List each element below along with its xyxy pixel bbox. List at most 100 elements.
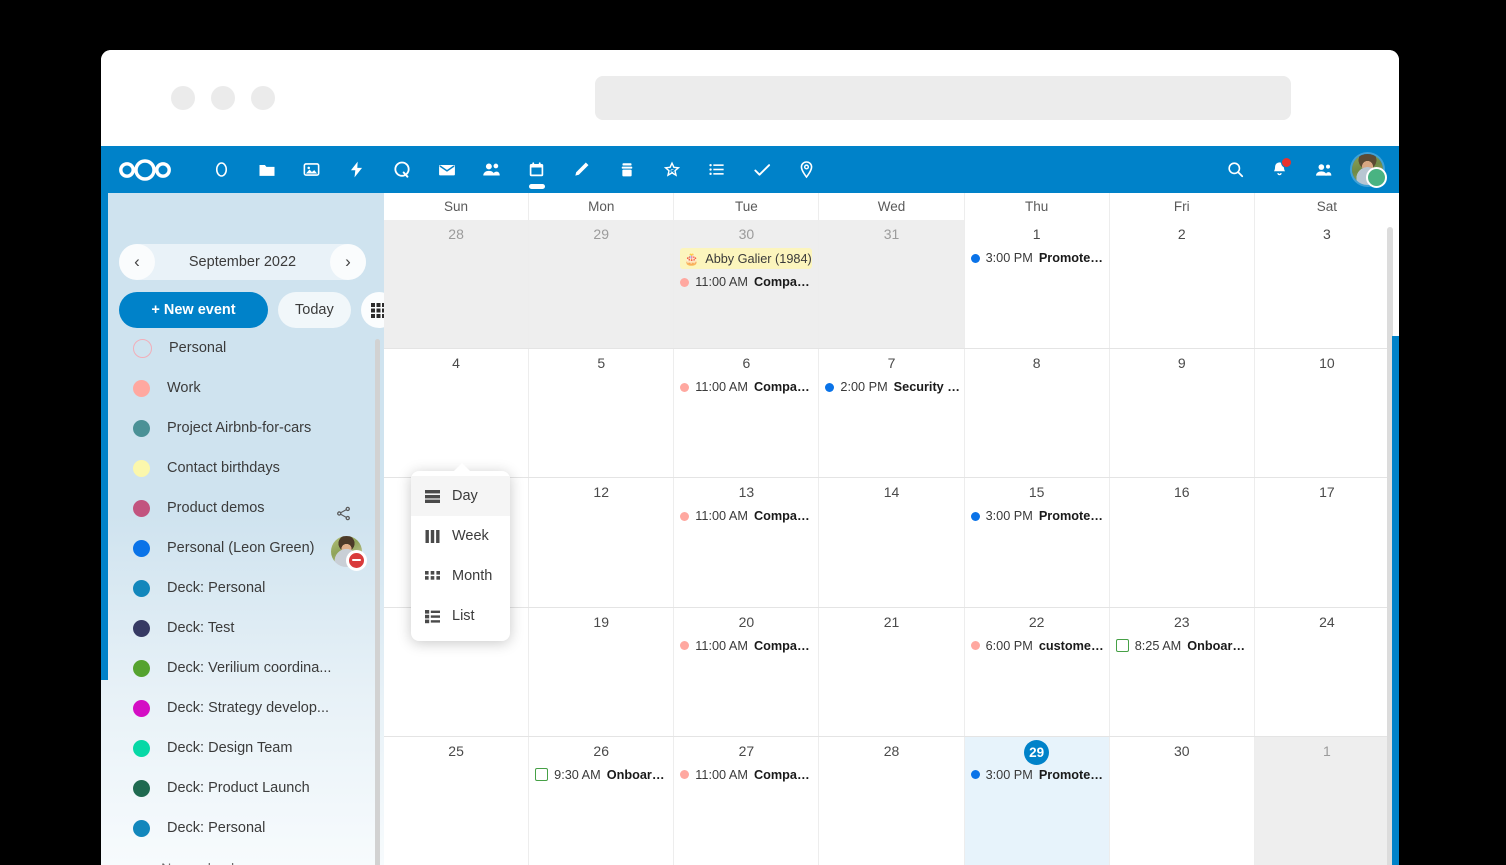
calendar-event[interactable]: 11:00 AMCompany ... [680,765,815,785]
calendar-list-item[interactable]: Deck: Strategy develop... [101,688,384,728]
day-number[interactable]: 15 [965,482,1109,506]
day-number[interactable]: 9 [1110,353,1254,377]
day-number[interactable]: 28 [384,224,528,248]
day-cell[interactable]: 2011:00 AMCompany ... [673,608,818,736]
day-cell[interactable]: 31 [818,220,963,348]
search-icon[interactable] [1213,146,1257,193]
view-menu-item-day[interactable]: Day [411,476,510,516]
nav-mail-icon[interactable] [424,146,469,193]
day-number[interactable]: 12 [529,482,673,506]
calendar-list-item[interactable]: Deck: Product Launch [101,768,384,808]
share-icon[interactable] [335,505,352,527]
nav-photos-icon[interactable] [289,146,334,193]
day-number[interactable]: 24 [1255,612,1399,636]
contacts-menu-icon[interactable] [1301,146,1345,193]
maximize-button[interactable] [211,86,235,110]
day-number[interactable]: 29 [965,741,1109,765]
calendar-list-item[interactable]: Deck: Verilium coordina... [101,648,384,688]
address-bar[interactable] [595,76,1291,120]
day-cell[interactable]: 269:30 AMOnboard n... [528,737,673,865]
day-cell[interactable]: 611:00 AMCompany ... [673,349,818,477]
day-number[interactable]: 5 [529,353,673,377]
day-cell[interactable]: 28 [384,220,528,348]
nextcloud-logo[interactable] [118,159,172,181]
day-cell[interactable]: 12 [528,478,673,606]
nav-tables-icon[interactable] [694,146,739,193]
nav-cospend-icon[interactable]: c [649,146,694,193]
day-number[interactable]: 30 [674,224,818,248]
day-number[interactable]: 16 [1110,482,1254,506]
day-number[interactable]: 13 [674,482,818,506]
day-cell[interactable]: 14 [818,478,963,606]
calendar-list-item[interactable]: Work [101,368,384,408]
day-cell[interactable]: 16 [1109,478,1254,606]
task-checkbox-icon[interactable] [535,768,548,781]
nav-files-icon[interactable] [244,146,289,193]
day-number[interactable]: 28 [819,741,963,765]
nav-contacts-icon[interactable] [469,146,514,193]
nav-maps-icon[interactable] [784,146,829,193]
day-cell[interactable]: 10 [1254,349,1399,477]
day-number[interactable]: 17 [1255,482,1399,506]
calendar-list-item[interactable]: Deck: Design Team [101,728,384,768]
day-number[interactable]: 2 [1110,224,1254,248]
day-cell[interactable]: 1311:00 AMCompany ... [673,478,818,606]
calendar-event[interactable]: 3:00 PMPromote th... [971,248,1106,268]
day-number[interactable]: 20 [674,612,818,636]
calendar-event[interactable]: 11:00 AMCompany ... [680,377,815,397]
task-checkbox-icon[interactable] [1116,639,1129,652]
day-number[interactable]: 8 [965,353,1109,377]
day-cell[interactable]: 226:00 PMcustomer d... [964,608,1109,736]
day-number[interactable]: 25 [384,741,528,765]
day-number[interactable]: 29 [529,224,673,248]
day-number[interactable]: 22 [965,612,1109,636]
day-cell[interactable]: 29 [528,220,673,348]
day-cell[interactable]: 9 [1109,349,1254,477]
day-number[interactable]: 7 [819,353,963,377]
new-event-button[interactable]: + New event [119,292,268,328]
calendar-list-item[interactable]: Contact birthdays [101,448,384,488]
day-cell[interactable]: 4 [384,349,528,477]
nav-dashboard-icon[interactable] [199,146,244,193]
calendar-event[interactable]: 11:00 AMCompany ... [680,636,815,656]
minimize-button[interactable] [171,86,195,110]
day-number[interactable]: 30 [1110,741,1254,765]
sidebar-scrollbar[interactable] [375,339,380,865]
day-cell[interactable]: 72:00 PMSecurity m... [818,349,963,477]
day-number[interactable]: 23 [1110,612,1254,636]
calendar-event[interactable]: 3:00 PMPromote th... [971,506,1106,526]
day-cell[interactable]: 5 [528,349,673,477]
calendar-event[interactable]: 2:00 PMSecurity m... [825,377,960,397]
day-cell[interactable]: 3 [1254,220,1399,348]
day-number[interactable]: 1 [1255,741,1399,765]
day-cell[interactable]: 293:00 PMPromote th... [964,737,1109,865]
view-menu-item-list[interactable]: List [411,596,510,636]
day-cell[interactable]: 24 [1254,608,1399,736]
day-cell[interactable]: 2 [1109,220,1254,348]
day-number[interactable]: 19 [529,612,673,636]
previous-month-button[interactable]: ‹ [119,244,155,280]
nav-tasks-icon[interactable] [739,146,784,193]
view-switcher-button[interactable] [361,292,384,328]
calendar-event[interactable]: 3:00 PMPromote th... [971,765,1106,785]
calendar-list-item[interactable]: Deck: Personal [101,808,384,848]
day-cell[interactable]: 30🎂Abby Galier (1984)11:00 AMCompany ... [673,220,818,348]
day-number[interactable]: 4 [384,353,528,377]
shared-user-avatar[interactable] [331,536,362,567]
day-number[interactable]: 21 [819,612,963,636]
day-cell[interactable]: 13:00 PMPromote th... [964,220,1109,348]
day-cell[interactable]: 30 [1109,737,1254,865]
new-calendar-button[interactable]: + New calendar [101,848,384,865]
day-cell[interactable]: 28 [818,737,963,865]
calendar-event[interactable]: 8:25 AMOnboard o... [1116,636,1251,656]
calendar-list-item[interactable]: Deck: Test [101,608,384,648]
day-cell[interactable]: 1 [1254,737,1399,865]
view-menu-item-month[interactable]: Month [411,556,510,596]
day-number[interactable]: 31 [819,224,963,248]
bell-icon[interactable] [1257,146,1301,193]
day-cell[interactable]: 19 [528,608,673,736]
nav-calendar-icon[interactable] [514,146,559,193]
view-menu-item-week[interactable]: Week [411,516,510,556]
calendar-event[interactable]: 9:30 AMOnboard n... [535,765,670,785]
next-month-button[interactable]: › [330,244,366,280]
